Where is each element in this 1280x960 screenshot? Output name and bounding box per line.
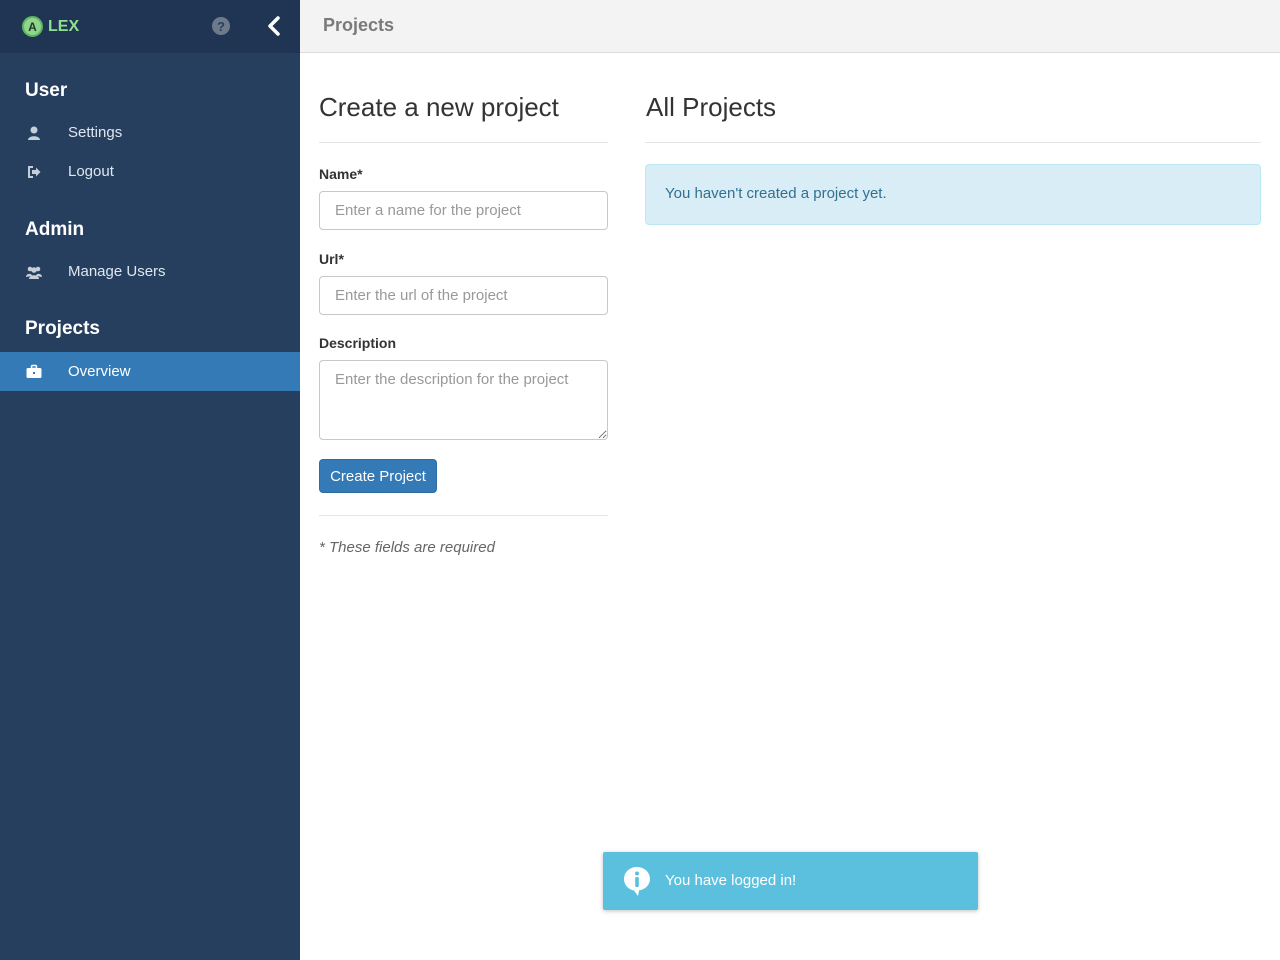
sidebar-section-projects: Projects	[25, 318, 100, 339]
sidebar-item-settings[interactable]: Settings	[0, 113, 300, 152]
project-name-input[interactable]	[319, 191, 608, 230]
divider	[319, 142, 608, 143]
sidebar-item-label: Manage Users	[68, 263, 166, 280]
sidebar-section-admin: Admin	[25, 219, 85, 240]
all-projects-heading: All Projects	[646, 92, 777, 122]
page-title: Projects	[323, 15, 395, 35]
divider	[319, 515, 608, 516]
user-icon	[28, 126, 40, 140]
briefcase-icon	[26, 364, 42, 378]
sidebar-section-user: User	[25, 80, 68, 101]
info-speech-icon	[624, 867, 650, 896]
create-project-button[interactable]: Create Project	[319, 459, 437, 493]
sidebar-item-label: Settings	[68, 124, 123, 141]
sidebar-item-manage-users[interactable]: Manage Users	[0, 252, 300, 291]
sidebar-item-logout[interactable]: Logout	[0, 152, 300, 191]
required-fields-note: * These fields are required	[319, 539, 495, 556]
users-icon	[26, 266, 42, 279]
top-bar: Projects	[300, 0, 1280, 53]
sidebar-item-label: Logout	[68, 163, 114, 180]
sign-out-icon	[28, 166, 41, 178]
empty-projects-message: You haven't created a project yet.	[665, 185, 887, 202]
divider	[645, 142, 1261, 143]
project-description-input[interactable]	[319, 360, 608, 440]
url-label: Url*	[319, 251, 344, 267]
question-circle-icon[interactable]: ?	[212, 17, 230, 35]
chevron-left-icon[interactable]	[266, 14, 282, 38]
empty-projects-alert: You haven't created a project yet.	[645, 164, 1261, 225]
create-project-heading: Create a new project	[319, 92, 559, 122]
login-toast[interactable]: You have logged in!	[603, 852, 978, 910]
sidebar-item-overview[interactable]: Overview	[0, 352, 300, 391]
logo-text: LEX	[48, 17, 80, 35]
project-url-input[interactable]	[319, 276, 608, 315]
description-label: Description	[319, 335, 397, 351]
logo-badge: A	[22, 16, 43, 37]
sidebar: A LEX ? User Settings Logout Admin Manag…	[0, 0, 300, 960]
app-logo[interactable]: A LEX	[22, 16, 79, 37]
toast-message: You have logged in!	[665, 872, 797, 889]
sidebar-header: A LEX ?	[0, 0, 300, 53]
name-label: Name*	[319, 166, 363, 182]
sidebar-item-label: Overview	[68, 363, 131, 380]
